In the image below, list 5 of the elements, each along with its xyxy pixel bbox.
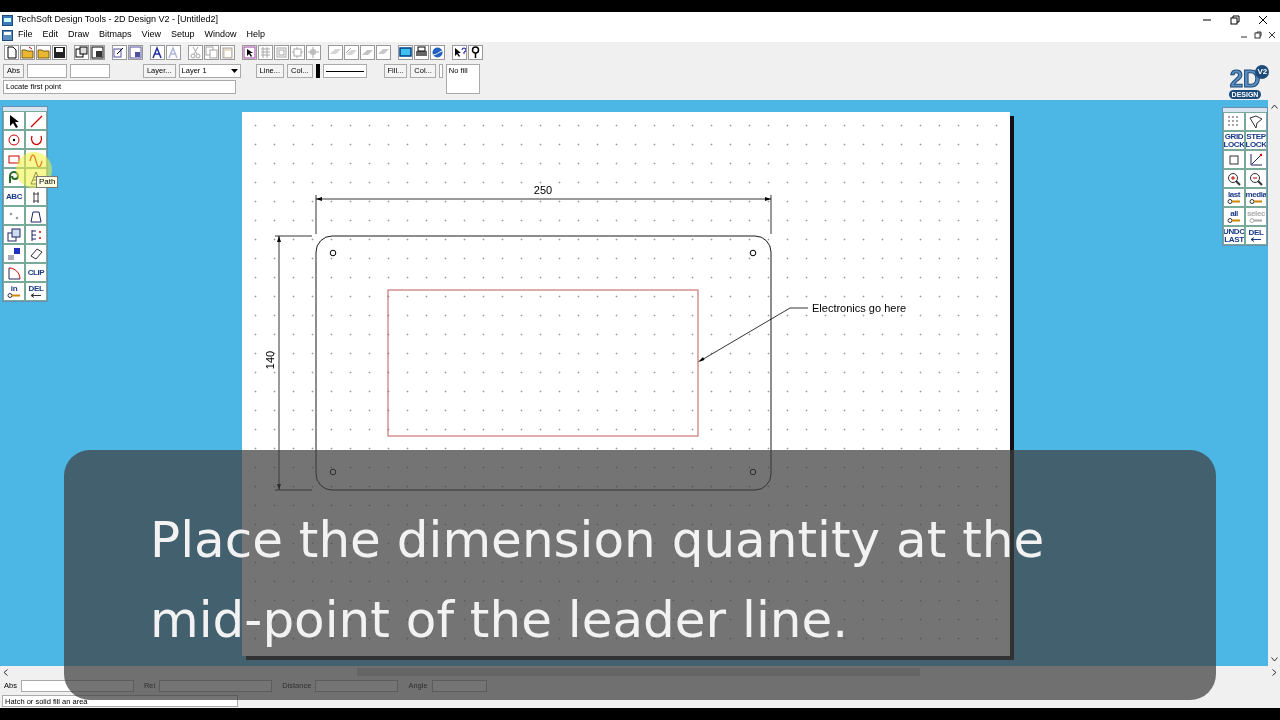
tooltip: Path [36, 176, 59, 188]
dimension-label: 140 [264, 350, 276, 370]
dimension-label: 250 [533, 184, 553, 196]
annotation-text: Electronics go here [812, 302, 907, 314]
window-title: TechSoft Design Tools - 2D Design V2 - [Untitled2] [17, 13, 218, 27]
